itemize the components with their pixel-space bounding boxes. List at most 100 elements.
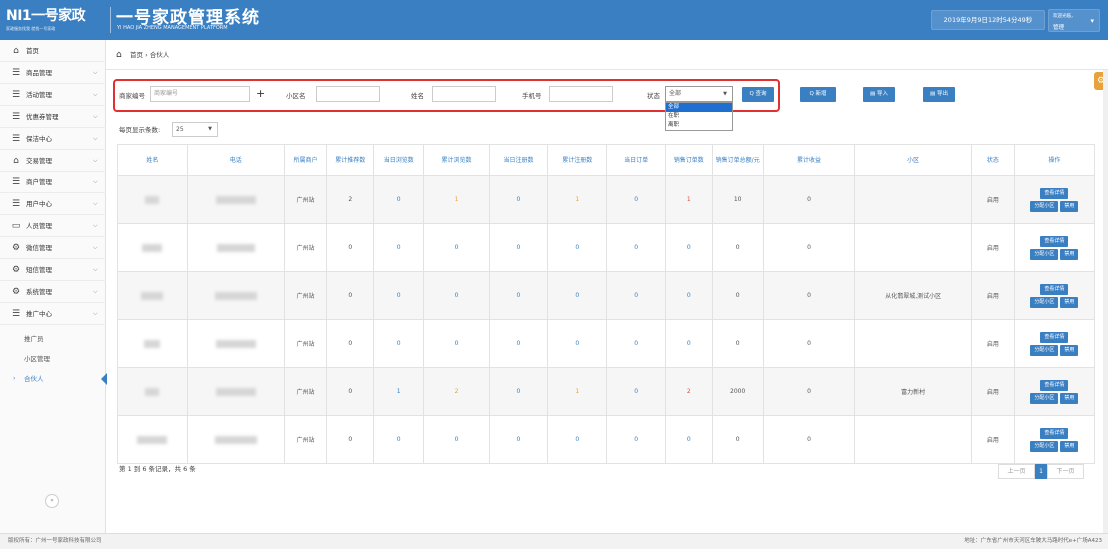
table-cell: 0 — [373, 175, 425, 224]
sidebar-item[interactable]: ☰ 优惠券管理 ⌵ — [0, 106, 106, 128]
name-input[interactable] — [432, 86, 496, 102]
page-size-select[interactable]: 25 ▼ — [172, 122, 218, 137]
total-referrals-cell: 0 — [348, 244, 353, 251]
table-row: 广州站 2 0 1 0 1 0 1 10 0 启用 查看详情 分配小区 禁用 — [117, 175, 1096, 224]
sales-orders-cell: 2 — [686, 388, 691, 395]
status-select[interactable]: 全部 ▼ — [665, 86, 733, 102]
sidebar-item[interactable]: ☰ 用户中心 ⌵ — [0, 193, 106, 216]
total-income-cell: 0 — [807, 244, 811, 251]
prev-page-button[interactable]: 上一页 — [998, 464, 1035, 479]
table-cell: 查看详情 分配小区 禁用 — [1013, 319, 1096, 368]
name-label: 姓名 — [411, 92, 424, 100]
total-referrals-cell: 2 — [348, 196, 353, 203]
export-icon: ▤ — [930, 91, 937, 97]
plus-icon[interactable]: + — [256, 86, 265, 102]
next-page-button[interactable]: 下一页 — [1047, 464, 1084, 479]
view-detail-button[interactable]: 查看详情 — [1040, 427, 1069, 439]
sidebar-item[interactable]: ▭ 人员管理 ⌵ — [0, 215, 106, 238]
table-cell: 0 — [373, 415, 425, 464]
assign-community-button[interactable]: 分配小区 — [1030, 392, 1059, 404]
export-button[interactable]: ▤ 导出 — [923, 87, 955, 102]
today-orders-cell: 0 — [634, 244, 639, 251]
table-row: 广州站 0 0 0 0 0 0 0 0 0 启用 查看详情 分配小区 禁用 — [117, 319, 1096, 368]
sales-orders-cell: 0 — [686, 436, 691, 443]
redacted-name — [145, 387, 160, 396]
table-cell: 2000 — [711, 367, 764, 416]
user-menu[interactable]: 欢迎光临， 管理 ▾ — [1048, 9, 1100, 32]
view-detail-button[interactable]: 查看详情 — [1040, 331, 1069, 343]
table-cell: 0 — [547, 415, 608, 464]
sales-amount-cell: 0 — [735, 292, 740, 299]
table-cell: 0 — [326, 319, 375, 368]
sidebar-collapse-button[interactable]: « — [45, 494, 59, 508]
disable-button[interactable]: 禁用 — [1060, 392, 1079, 404]
disable-button[interactable]: 禁用 — [1060, 344, 1079, 356]
sidebar-item[interactable]: ☰ 推广中心 ⌵ — [0, 303, 106, 325]
sidebar-item[interactable]: ⌂ 交易管理 ⌵ — [0, 150, 106, 172]
import-button[interactable]: ▤ 导入 — [863, 87, 895, 102]
add-button[interactable]: Q 新增 — [800, 87, 836, 102]
status-cell: 启用 — [986, 197, 999, 204]
assign-community-button[interactable]: 分配小区 — [1030, 440, 1059, 452]
table-cell: 0 — [488, 319, 549, 368]
disable-button[interactable]: 禁用 — [1060, 440, 1079, 452]
breadcrumb-path[interactable]: 首页 › 合伙人 — [130, 40, 169, 70]
sidebar-subitem[interactable]: 小区管理 — [0, 349, 106, 369]
column-header: 当日浏览数 — [373, 144, 425, 176]
chevron-down-icon: ⌵ — [93, 200, 98, 208]
disable-button[interactable]: 禁用 — [1060, 296, 1079, 308]
assign-community-button[interactable]: 分配小区 — [1030, 296, 1059, 308]
view-detail-button[interactable]: 查看详情 — [1040, 187, 1069, 199]
disable-button[interactable]: 禁用 — [1060, 248, 1079, 260]
redacted-phone — [216, 243, 255, 252]
sidebar-item[interactable]: ⚙ 系统管理 ⌵ — [0, 281, 106, 303]
sidebar-item[interactable]: ⚙ 微信管理 ⌵ — [0, 237, 106, 260]
phone-input[interactable] — [549, 86, 613, 102]
table-cell: 0 — [488, 175, 549, 224]
view-detail-button[interactable]: 查看详情 — [1040, 235, 1069, 247]
community-input[interactable] — [316, 86, 380, 102]
vertical-scrollbar[interactable] — [1103, 70, 1108, 533]
status-option-all[interactable]: 全部 — [666, 103, 732, 112]
table-cell — [186, 415, 285, 464]
query-button[interactable]: Q 查询 — [742, 87, 774, 102]
merchant-cell: 广州站 — [296, 197, 315, 204]
status-cell: 启用 — [986, 341, 999, 348]
assign-community-button[interactable]: 分配小区 — [1030, 248, 1059, 260]
sidebar-subitem[interactable]: › 合伙人 — [0, 369, 107, 389]
assign-community-button[interactable]: 分配小区 — [1030, 344, 1059, 356]
today-regs-cell: 0 — [516, 388, 521, 395]
table-cell: 0 — [423, 319, 490, 368]
total-views-cell: 1 — [454, 196, 459, 203]
table-cell: 0 — [711, 319, 764, 368]
table-cell: 0 — [711, 223, 764, 272]
sidebar-item[interactable]: ☰ 保洁中心 ⌵ — [0, 128, 106, 150]
sidebar-item[interactable]: ⌂ 首页 — [0, 40, 106, 62]
sidebar-item-label: 优惠券管理 — [26, 112, 59, 121]
table-row: 广州站 0 0 0 0 0 0 0 0 0 从化翡翠城,测试小区 启用 查看详情 分配小区 禁用 — [117, 271, 1096, 320]
assign-community-button[interactable]: 分配小区 — [1030, 200, 1059, 212]
sidebar-item[interactable]: ☰ 商户管理 ⌵ — [0, 171, 106, 194]
view-detail-button[interactable]: 查看详情 — [1040, 283, 1069, 295]
status-option-resigned[interactable]: 离职 — [666, 121, 732, 130]
table-cell: 0 — [547, 319, 608, 368]
sidebar-item-label: 商品管理 — [26, 68, 52, 77]
sidebar-item-label: 活动管理 — [26, 90, 52, 99]
column-header: 小区 — [854, 144, 973, 176]
view-detail-button[interactable]: 查看详情 — [1040, 379, 1069, 391]
sidebar-item[interactable]: ☰ 商品管理 ⌵ — [0, 62, 106, 84]
total-regs-cell: 0 — [575, 340, 580, 347]
status-option-active[interactable]: 在职 — [666, 112, 732, 121]
sidebar-subitem[interactable]: 推广员 — [0, 329, 106, 349]
sidebar-item[interactable]: ⚙ 短信管理 ⌵ — [0, 259, 106, 281]
logo[interactable]: NI1一号家政 家政服务找我 就找一号家政 — [6, 5, 108, 35]
sidebar-item[interactable]: ☰ 活动管理 ⌵ — [0, 84, 106, 106]
disable-button[interactable]: 禁用 — [1060, 200, 1079, 212]
sidebar-subitem-label: 合伙人 — [24, 374, 44, 383]
home-icon[interactable]: ⌂ — [116, 40, 122, 70]
merchant-id-input[interactable]: 商家编号 — [150, 86, 250, 102]
active-indicator — [101, 372, 107, 385]
page-1-button[interactable]: 1 — [1035, 464, 1047, 479]
cogs-icon: ⚙ — [11, 286, 21, 297]
community-cell: 富力新村 — [901, 389, 926, 396]
